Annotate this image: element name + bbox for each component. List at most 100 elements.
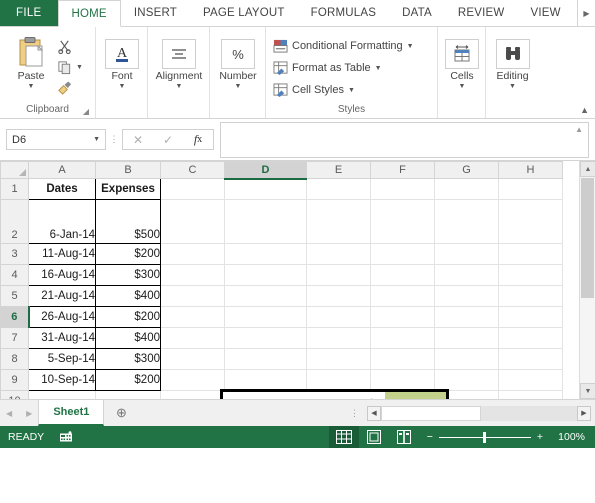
cell-h2[interactable] [498,199,563,244]
conditional-formatting-button[interactable]: Conditional Formatting ▼ [272,36,414,56]
chevron-right-icon[interactable]: ▶ [577,0,595,26]
cell-d8[interactable] [224,348,307,370]
cell-f6[interactable] [370,306,435,328]
row-header-5[interactable]: 5 [0,285,29,307]
chevron-down-icon[interactable]: ▼ [407,43,414,50]
cell-c6[interactable] [160,306,225,328]
column-header-h[interactable]: H [498,161,563,179]
cell-e9[interactable] [306,369,371,391]
tab-home[interactable]: HOME [57,0,121,27]
row-header-3[interactable]: 3 [0,243,29,265]
zoom-slider-thumb[interactable] [482,431,486,443]
cell-c1[interactable] [160,178,225,200]
horizontal-scroll-track[interactable] [381,405,577,421]
cell-f3[interactable] [370,243,435,265]
cell-e5[interactable] [306,285,371,307]
chevron-down-icon[interactable]: ▼ [509,83,516,90]
row-header-4[interactable]: 4 [0,264,29,286]
cell-h1[interactable] [498,178,563,200]
vertical-scrollbar[interactable]: ▲ ▼ [579,161,595,399]
nav-prev-icon[interactable]: ◀ [6,409,12,418]
sheet-tab-sheet1[interactable]: Sheet1 [38,400,105,426]
name-box[interactable]: D6 ▼ [6,129,106,150]
cell-g4[interactable] [434,264,499,286]
cell-a2[interactable]: 6-Jan-14 [28,199,96,244]
cell-d3[interactable] [224,243,307,265]
select-all-corner[interactable] [0,161,29,179]
cell-h10[interactable] [498,390,563,399]
font-button[interactable]: A Font ▼ [102,37,142,90]
cell-h9[interactable] [498,369,563,391]
cancel-x-icon[interactable]: ✕ [123,130,153,149]
cell-c2[interactable] [160,199,225,244]
tab-review[interactable]: REVIEW [445,0,518,26]
number-button[interactable]: % Number ▼ [216,37,260,90]
cell-b2[interactable]: $500 [95,199,161,244]
zoom-out-button[interactable]: − [427,431,433,443]
cell-f2[interactable] [370,199,435,244]
cell-f9[interactable] [370,369,435,391]
cell-g6[interactable] [434,306,499,328]
page-layout-view-icon[interactable] [359,426,389,448]
quarter-input-cell[interactable]: 1 [385,392,446,399]
chevron-up-icon[interactable]: ▲ [580,105,589,115]
cell-b6[interactable]: $200 [95,306,161,328]
cell-d1[interactable] [224,178,307,200]
chevron-up-icon[interactable]: ▲ [575,125,583,134]
cell-b7[interactable]: $400 [95,327,161,349]
add-sheet-icon[interactable]: ⊕ [104,400,138,426]
chevron-down-icon[interactable]: ▼ [459,83,466,90]
vertical-scroll-thumb[interactable] [581,178,594,298]
row-header-7[interactable]: 7 [0,327,29,349]
paste-button[interactable]: Paste ▼ [6,33,56,90]
format-painter-button[interactable] [56,78,83,98]
cell-h7[interactable] [498,327,563,349]
formula-input[interactable]: ▲ [220,121,589,158]
cell-a9[interactable]: 10-Sep-14 [28,369,96,391]
check-icon[interactable]: ✓ [153,130,183,149]
column-header-d[interactable]: D [224,161,307,180]
chevron-down-icon[interactable]: ▼ [119,83,126,90]
cell-f5[interactable] [370,285,435,307]
row-header-1[interactable]: 1 [0,178,29,200]
cell-a4[interactable]: 16-Aug-14 [28,264,96,286]
chevron-down-icon[interactable]: ▼ [348,87,355,94]
cell-e2[interactable] [306,199,371,244]
cell-g2[interactable] [434,199,499,244]
cell-f7[interactable] [370,327,435,349]
tab-page-layout[interactable]: PAGE LAYOUT [190,0,298,26]
cell-b1[interactable]: Expenses [95,178,161,200]
alignment-button[interactable]: Alignment ▼ [154,37,204,90]
scroll-left-icon[interactable]: ◀ [367,405,381,421]
format-as-table-button[interactable]: Format as Table ▼ [272,58,382,78]
cell-g3[interactable] [434,243,499,265]
column-header-g[interactable]: G [434,161,499,179]
chevron-down-icon[interactable]: ▼ [235,83,242,90]
column-header-c[interactable]: C [160,161,225,179]
cell-c4[interactable] [160,264,225,286]
fx-icon[interactable]: fx [183,130,213,149]
cell-b4[interactable]: $300 [95,264,161,286]
cell-b10[interactable] [95,390,161,399]
cell-h6[interactable] [498,306,563,328]
copy-button[interactable]: ▼ [56,57,83,77]
cell-c8[interactable] [160,348,225,370]
cell-styles-button[interactable]: Cell Styles ▼ [272,80,355,100]
split-handle-icon[interactable]: ⋮ [342,400,367,426]
tab-view[interactable]: VIEW [517,0,573,26]
cell-e3[interactable] [306,243,371,265]
column-header-f[interactable]: F [370,161,435,179]
cell-e7[interactable] [306,327,371,349]
cell-c3[interactable] [160,243,225,265]
cell-h5[interactable] [498,285,563,307]
cell-g5[interactable] [434,285,499,307]
normal-view-icon[interactable] [328,426,359,448]
cell-a7[interactable]: 31-Aug-14 [28,327,96,349]
cells-button[interactable]: Cells ▼ [444,37,480,90]
cell-f1[interactable] [370,178,435,200]
cut-button[interactable] [56,36,83,56]
cell-h8[interactable] [498,348,563,370]
row-header-10[interactable]: 10 [0,390,29,399]
horizontal-scroll-thumb[interactable] [381,405,481,421]
row-header-2[interactable]: 2 [0,199,29,244]
